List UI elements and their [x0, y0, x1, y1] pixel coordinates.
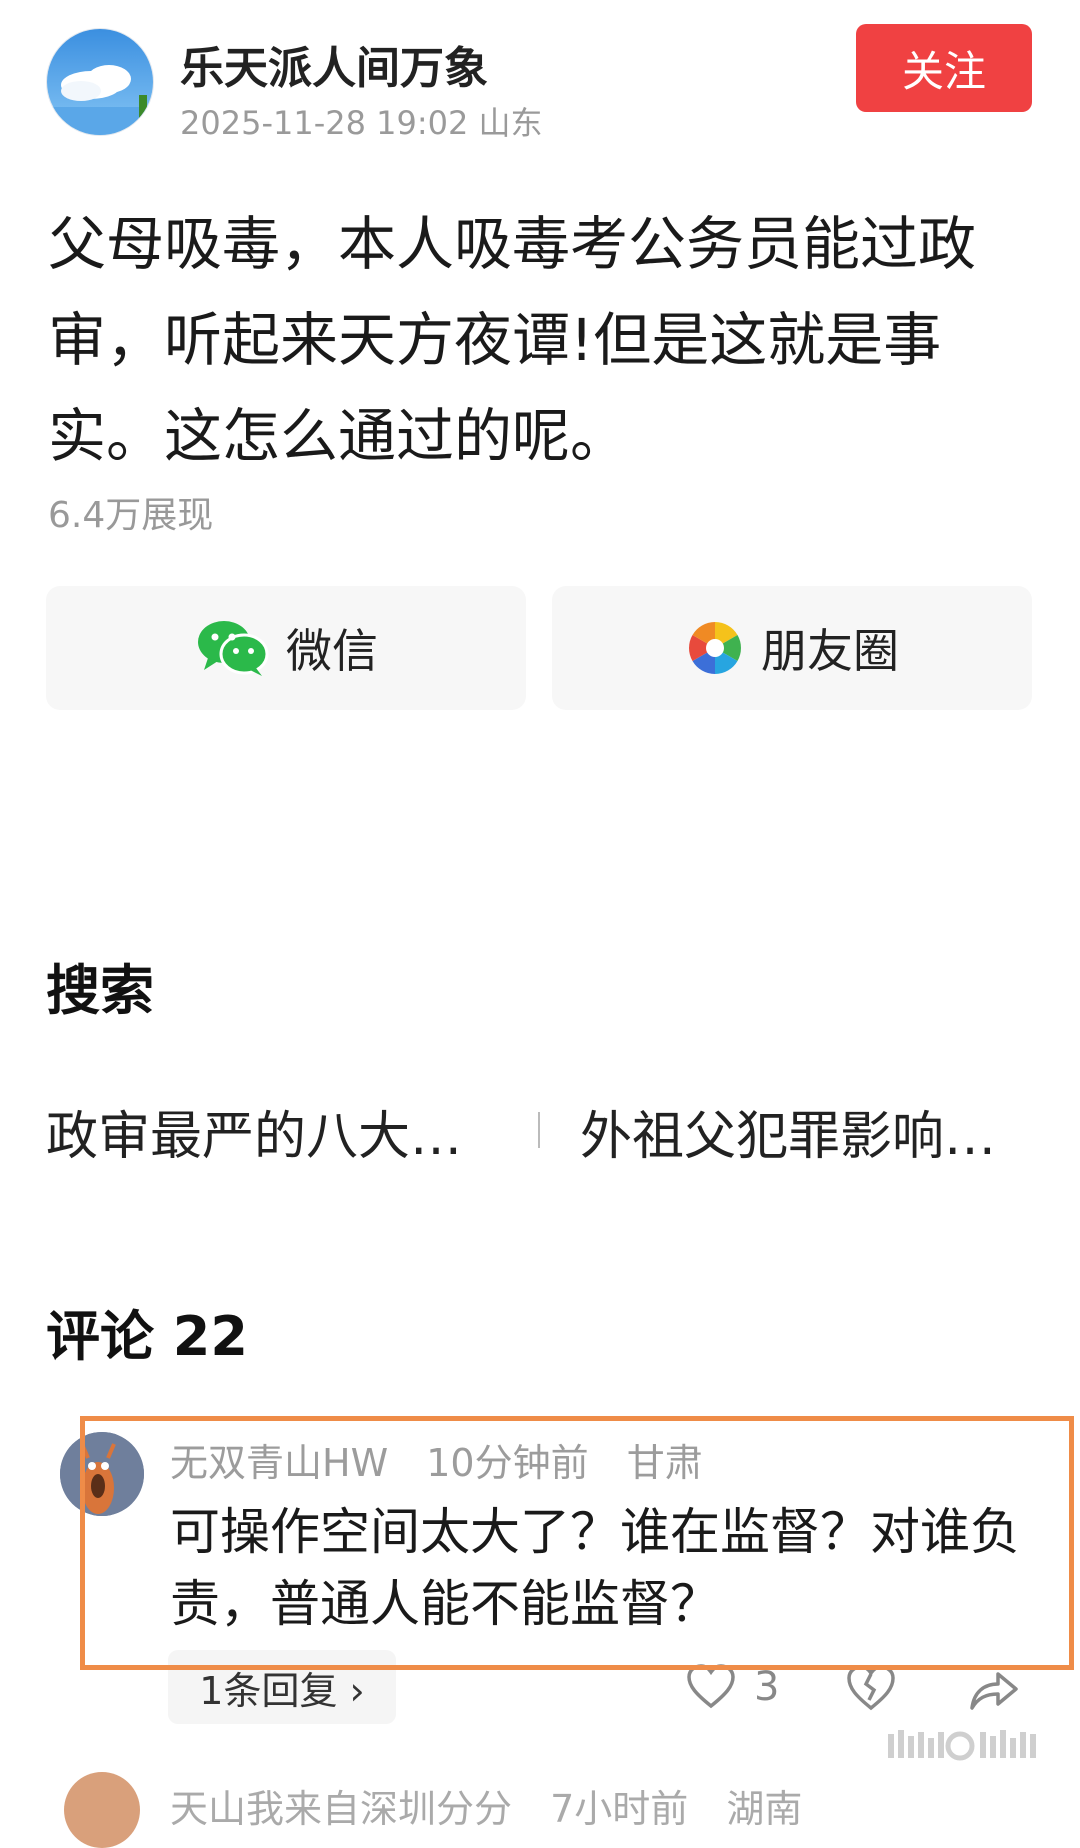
- share-arrow-icon: [970, 1672, 1018, 1710]
- like-button[interactable]: 3: [686, 1664, 779, 1710]
- share-moments-label: 朋友圈: [761, 624, 899, 678]
- search-suggestion[interactable]: 外祖父犯罪影响…: [580, 1094, 996, 1169]
- post-date: 2025-11-28 19:02: [180, 104, 469, 142]
- search-suggestion[interactable]: 政审最严的八大…: [46, 1094, 462, 1169]
- comment-time: 7小时前: [550, 1787, 689, 1831]
- watermark-logo: [888, 1728, 1058, 1766]
- share-comment-button[interactable]: [968, 1666, 1020, 1716]
- wechat-icon: [198, 621, 269, 676]
- commenter-name[interactable]: 天山我来自深圳分分: [170, 1787, 512, 1831]
- share-wechat-button[interactable]: 微信: [46, 586, 526, 710]
- moments-aperture-icon: [689, 622, 741, 674]
- comment-meta: 天山我来自深圳分分 7小时前 湖南: [170, 1778, 828, 1833]
- follow-button[interactable]: 关注: [856, 24, 1032, 112]
- post-location: 山东: [478, 104, 543, 142]
- share-wechat-label: 微信: [286, 624, 378, 678]
- dislike-button[interactable]: [846, 1664, 896, 1716]
- post-meta: 2025-11-28 19:02 山东: [180, 98, 543, 144]
- comment-highlight-box: [80, 1416, 1074, 1670]
- comment-location: 湖南: [726, 1787, 803, 1831]
- sky-avatar-image: [47, 29, 153, 135]
- search-divider: [538, 1112, 540, 1148]
- heart-icon: [687, 1664, 735, 1709]
- search-section-title: 搜索: [46, 959, 154, 1022]
- share-moments-button[interactable]: 朋友圈: [552, 586, 1032, 710]
- view-count: 6.4万展现: [48, 495, 214, 536]
- author-avatar[interactable]: [46, 28, 154, 136]
- like-count: 3: [754, 1664, 780, 1710]
- author-name[interactable]: 乐天派人间万象: [180, 32, 488, 96]
- commenter-avatar[interactable]: [64, 1772, 140, 1848]
- post-text: 父母吸毒，本人吸毒考公务员能过政审，听起来天方夜谭!但是这就是事实。这怎么通过的…: [48, 210, 977, 470]
- comments-title: 评论 22: [46, 1305, 248, 1368]
- broken-heart-icon: [847, 1665, 895, 1711]
